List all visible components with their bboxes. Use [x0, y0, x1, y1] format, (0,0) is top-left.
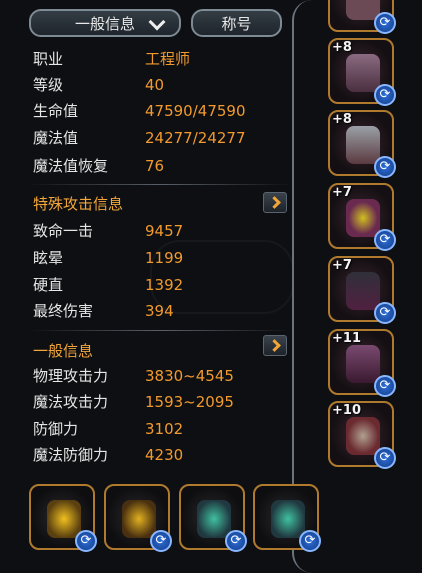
special-attack-header: 特殊攻击信息 — [33, 195, 124, 213]
stat-value: 3830~4545 — [145, 367, 234, 385]
stat-label: 魔法防御力 — [33, 446, 109, 464]
equipment-slot-6[interactable]: +10 ⟳ — [328, 401, 396, 469]
refresh-icon[interactable]: ⟳ — [374, 156, 396, 178]
stat-label: 生命值 — [33, 102, 79, 120]
stat-label: 硬直 — [33, 276, 64, 294]
accessory-slot-3[interactable]: ⟳ — [179, 484, 247, 552]
refresh-icon[interactable]: ⟳ — [225, 530, 247, 552]
refresh-icon[interactable]: ⟳ — [299, 530, 321, 552]
stat-value: 4230 — [145, 446, 184, 464]
refresh-icon[interactable]: ⟳ — [374, 302, 396, 324]
refresh-icon[interactable]: ⟳ — [374, 375, 396, 397]
stat-label: 魔法值 — [33, 129, 79, 147]
divider — [28, 330, 293, 331]
accessory-slot-1[interactable]: ⟳ — [29, 484, 97, 552]
equipment-slot-1[interactable]: +8 ⟳ — [328, 38, 396, 106]
stat-label: 魔法攻击力 — [33, 393, 109, 411]
general-info-expand-button[interactable] — [263, 335, 287, 356]
earring-icon — [47, 500, 81, 538]
equipment-icon — [346, 272, 380, 310]
ring-icon — [271, 500, 305, 538]
ring-icon — [197, 500, 231, 538]
stat-label: 眩晕 — [33, 249, 64, 267]
refresh-icon[interactable]: ⟳ — [374, 84, 396, 106]
enhance-level: +10 — [332, 403, 361, 418]
title-tab[interactable]: 称号 — [191, 9, 282, 37]
stat-value: 40 — [145, 76, 165, 94]
equipment-icon — [346, 417, 380, 455]
general-info-tab-label: 一般信息 — [74, 14, 135, 33]
stat-value: 47590/47590 — [145, 102, 246, 120]
earring-icon — [122, 500, 156, 538]
stat-label: 等级 — [33, 76, 64, 94]
refresh-icon[interactable]: ⟳ — [374, 447, 396, 469]
enhance-level: +8 — [332, 40, 352, 55]
general-info-header: 一般信息 — [33, 342, 94, 360]
stat-value: 工程师 — [145, 50, 191, 68]
equipment-slot-4[interactable]: +7 ⟳ — [328, 256, 396, 324]
general-info-tab[interactable]: 一般信息 — [29, 9, 181, 37]
refresh-icon[interactable]: ⟳ — [374, 229, 396, 251]
enhance-level: +7 — [332, 185, 352, 200]
chevron-down-icon — [148, 13, 166, 31]
accessory-slot-4[interactable]: ⟳ — [253, 484, 321, 552]
enhance-level: +8 — [332, 112, 352, 127]
stat-label: 最终伤害 — [33, 302, 94, 320]
accessory-slot-2[interactable]: ⟳ — [104, 484, 172, 552]
enhance-level: +11 — [332, 331, 361, 346]
enhance-level: +7 — [332, 258, 352, 273]
equipment-slot-0[interactable]: ⟳ — [328, 0, 396, 34]
equipment-slot-5[interactable]: +11 ⟳ — [328, 329, 396, 397]
stat-label: 职业 — [33, 50, 64, 68]
stat-label: 物理攻击力 — [33, 367, 109, 385]
equipment-slot-3[interactable]: +7 ⟳ — [328, 183, 396, 251]
equipment-icon — [346, 199, 380, 237]
equipment-slot-2[interactable]: +8 ⟳ — [328, 110, 396, 178]
stat-value: 3102 — [145, 420, 184, 438]
special-attack-expand-button[interactable] — [263, 192, 287, 213]
stat-label: 防御力 — [33, 420, 79, 438]
equipment-icon — [346, 54, 380, 92]
divider — [28, 184, 293, 185]
refresh-icon[interactable]: ⟳ — [150, 530, 172, 552]
stat-value: 9457 — [145, 222, 184, 240]
equipment-icon — [346, 126, 380, 164]
stat-value: 1392 — [145, 276, 184, 294]
stat-label: 魔法值恢复 — [33, 157, 109, 175]
stat-value: 1199 — [145, 249, 184, 267]
title-tab-label: 称号 — [221, 14, 252, 33]
refresh-icon[interactable]: ⟳ — [374, 12, 396, 34]
stat-label: 致命一击 — [33, 222, 94, 240]
stat-value: 394 — [145, 302, 174, 320]
equipment-icon — [346, 345, 380, 383]
refresh-icon[interactable]: ⟳ — [75, 530, 97, 552]
stat-value: 1593~2095 — [145, 393, 234, 411]
stat-value: 76 — [145, 157, 165, 175]
stat-value: 24277/24277 — [145, 129, 246, 147]
